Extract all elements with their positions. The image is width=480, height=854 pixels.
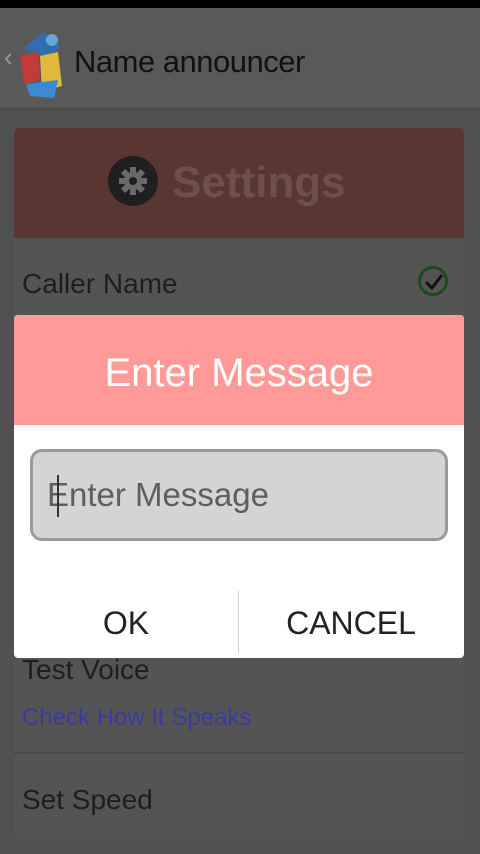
status-bar (0, 0, 480, 8)
caller-name-checkbox[interactable] (418, 266, 448, 296)
cancel-button[interactable]: CANCEL (239, 593, 463, 653)
row-divider (14, 752, 464, 754)
text-cursor (57, 475, 59, 517)
app-title: Name announcer (74, 44, 305, 79)
back-chevron-icon[interactable]: ‹ (4, 44, 13, 70)
set-speed-label[interactable]: Set Speed (22, 784, 153, 816)
test-voice-subtitle[interactable]: Check How It Speaks (22, 704, 251, 732)
settings-header: Settings (14, 128, 464, 238)
dialog-title: Enter Message (104, 351, 374, 395)
app-logo-icon[interactable] (14, 26, 72, 100)
action-bar: ‹ Name announcer (0, 8, 480, 110)
dialog-header: Enter Message (14, 315, 464, 425)
caller-name-label[interactable]: Caller Name (22, 268, 178, 300)
ok-button[interactable]: OK (14, 593, 238, 653)
gear-icon (108, 156, 158, 206)
settings-title: Settings (172, 158, 346, 207)
checkmark-icon (424, 274, 444, 291)
enter-message-dialog: Enter Message OK CANCEL (14, 315, 464, 658)
message-input[interactable] (30, 449, 448, 541)
test-voice-label[interactable]: Test Voice (22, 654, 150, 686)
